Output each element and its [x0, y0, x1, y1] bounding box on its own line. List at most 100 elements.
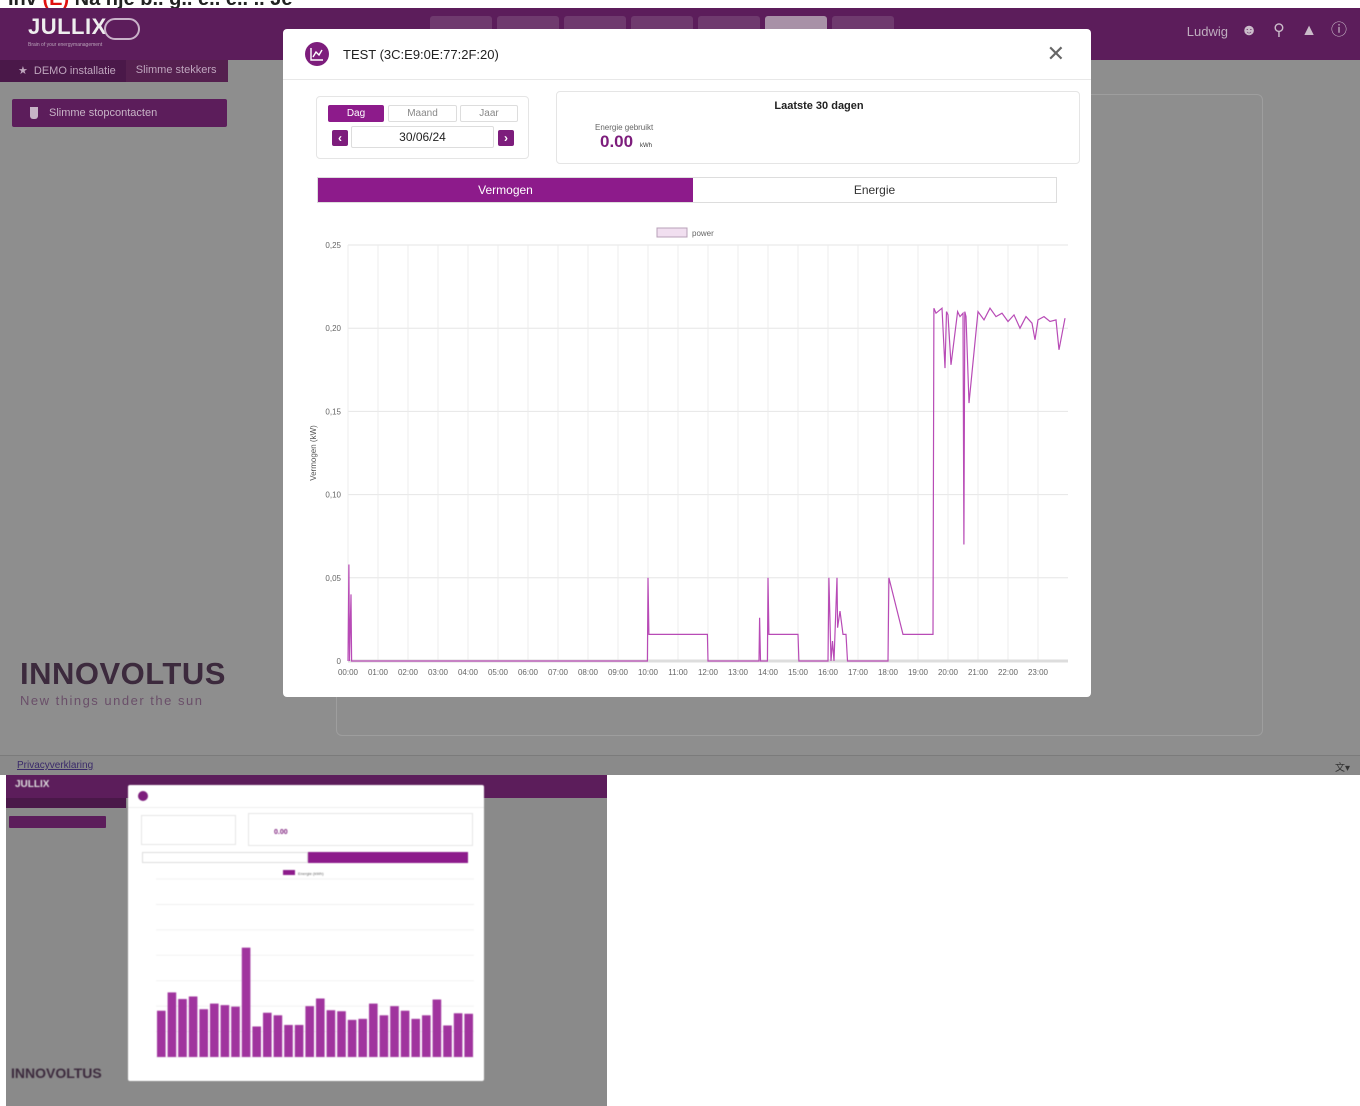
modal-header: TEST (3C:E9:0E:77:2F:20) ✕: [283, 29, 1091, 80]
energy-bar: [252, 1026, 261, 1057]
energy-bar: [432, 999, 442, 1057]
energy-bar: [400, 1010, 410, 1057]
thumb-divider: [128, 807, 484, 808]
breadcrumb-installation[interactable]: ★ DEMO installatie: [0, 60, 126, 82]
thumb-summary-card: 0.00: [248, 813, 473, 846]
energy-bar: [358, 1018, 367, 1057]
user-name[interactable]: Ludwig: [1187, 24, 1228, 39]
energy-bar: [284, 1024, 293, 1057]
tab-energie[interactable]: Energie: [693, 178, 1056, 202]
x-tick-label: 00:00: [338, 668, 359, 677]
summary-label: Energie gebruikt: [595, 123, 654, 132]
energy-bar: [337, 1011, 346, 1057]
footer: Privacyverklaring 文▾: [0, 755, 1360, 775]
power-line-chart: power 0 0,05 0,10 0,15 0,20 0,25 00:00 01:00 02:0…: [309, 227, 1068, 677]
x-tick-label: 07:00: [548, 668, 569, 677]
user-area: Ludwig ☻ ⚲ ▲ ⓘ: [1187, 22, 1348, 40]
energy-bar: [263, 1012, 272, 1057]
search-icon[interactable]: ⚲: [1270, 22, 1288, 40]
energy-bar: [347, 1019, 357, 1057]
main-screenshot: JULLIX Brain of your energymanagement Lu…: [0, 8, 1360, 775]
prev-date-button[interactable]: ‹: [332, 130, 348, 146]
x-tick-label: 09:00: [608, 668, 629, 677]
period-year-button[interactable]: Jaar: [460, 105, 518, 122]
series-line-power: [347, 306, 1066, 662]
energy-bar: [220, 1005, 230, 1057]
close-icon[interactable]: ✕: [1047, 41, 1065, 67]
thumb-logo: JULLIX: [15, 779, 50, 790]
legend-label: Energie (kWh): [298, 871, 324, 876]
energy-thumbnail: JULLIX INNOVOLTUS 0.00 Energie (kWh): [6, 775, 607, 1106]
x-tick-label: 03:00: [428, 668, 449, 677]
x-tick-label: 22:00: [998, 668, 1019, 677]
energy-bar: [305, 1006, 314, 1057]
energy-bar: [453, 1013, 463, 1057]
breadcrumb-smart-plugs[interactable]: Slimme stekkers: [125, 60, 229, 82]
y-tick-label: 0,20: [325, 324, 341, 333]
tab-vermogen[interactable]: Vermogen: [318, 178, 693, 202]
energy-bar: [231, 1006, 240, 1057]
x-tick-label: 17:00: [848, 668, 869, 677]
energy-bar: [199, 1009, 208, 1057]
x-tick-label: 10:00: [638, 668, 659, 677]
help-icon[interactable]: ⓘ: [1330, 22, 1348, 40]
energy-bar: [241, 947, 251, 1057]
thumb-brand: INNOVOLTUS: [11, 1065, 102, 1081]
x-tick-label: 01:00: [368, 668, 389, 677]
summary-title: Laatste 30 dagen: [774, 100, 864, 112]
thumb-tab-vermogen: [142, 852, 308, 863]
x-tick-label: 05:00: [488, 668, 509, 677]
x-tick-label: 13:00: [728, 668, 749, 677]
chart-line-icon: [305, 42, 329, 66]
period-month-button[interactable]: Maand: [388, 105, 457, 122]
x-tick-label: 12:00: [698, 668, 719, 677]
energy-bar: [369, 1003, 378, 1057]
star-icon: ★: [18, 65, 28, 77]
logo-swirl-icon: [104, 18, 140, 40]
energy-bar: [157, 1010, 166, 1057]
y-tick-label: 0,15: [325, 407, 341, 416]
x-tick-label: 04:00: [458, 668, 479, 677]
y-tick-label: 0,05: [325, 574, 341, 583]
plug-icon: [30, 107, 38, 119]
legend-swatch: [283, 870, 295, 875]
date-input[interactable]: 30/06/24: [351, 126, 494, 148]
x-tick-label: 14:00: [758, 668, 779, 677]
y-tick-label: 0,10: [325, 491, 341, 500]
x-tick-label: 06:00: [518, 668, 539, 677]
sidebar-item-smart-sockets[interactable]: Slimme stopcontacten: [12, 99, 227, 127]
energy-bar: [210, 1003, 219, 1057]
brand-tagline: New things under the sun: [20, 693, 204, 708]
thumb-summary-value: 0.00: [274, 829, 288, 836]
energy-bar: [188, 996, 198, 1057]
energy-bar: [178, 999, 187, 1057]
energy-bar: [294, 1024, 304, 1057]
legend-label: power: [692, 229, 714, 238]
modal-title: TEST (3C:E9:0E:77:2F:20): [343, 47, 499, 62]
energy-bar: [464, 1013, 473, 1057]
energy-bar: [379, 1015, 389, 1057]
summary-card: Laatste 30 dagen Energie gebruikt 0.00 k…: [556, 91, 1080, 164]
next-date-button[interactable]: ›: [498, 130, 514, 146]
x-tick-label: 23:00: [1028, 668, 1049, 677]
jullix-logo[interactable]: JULLIX: [28, 14, 107, 40]
energy-bar: [422, 1015, 431, 1057]
bell-icon[interactable]: ▲: [1300, 22, 1318, 40]
thumb-tab-energie: [308, 852, 468, 863]
translate-icon[interactable]: 文▾: [1335, 759, 1350, 774]
summary-value: 0.00: [600, 132, 634, 151]
top-banner: Inv (E) Na hje b.. g.. e.. e.. .. Je: [0, 0, 1360, 8]
user-icon[interactable]: ☻: [1240, 22, 1258, 40]
y-tick-label: 0: [337, 657, 342, 666]
privacy-link[interactable]: Privacyverklaring: [17, 760, 93, 771]
x-tick-label: 19:00: [908, 668, 929, 677]
period-day-button[interactable]: Dag: [328, 105, 384, 122]
innovoltus-logo: INNOVOLTUS: [20, 656, 226, 691]
logo-tagline: Brain of your energymanagement: [28, 42, 103, 48]
x-tick-label: 21:00: [968, 668, 989, 677]
x-tick-label: 08:00: [578, 668, 599, 677]
period-selector: Dag Maand Jaar ‹ 30/06/24 ›: [316, 96, 529, 159]
x-tick-label: 02:00: [398, 668, 419, 677]
x-tick-label: 11:00: [668, 668, 688, 677]
energy-bar: [411, 1018, 420, 1057]
